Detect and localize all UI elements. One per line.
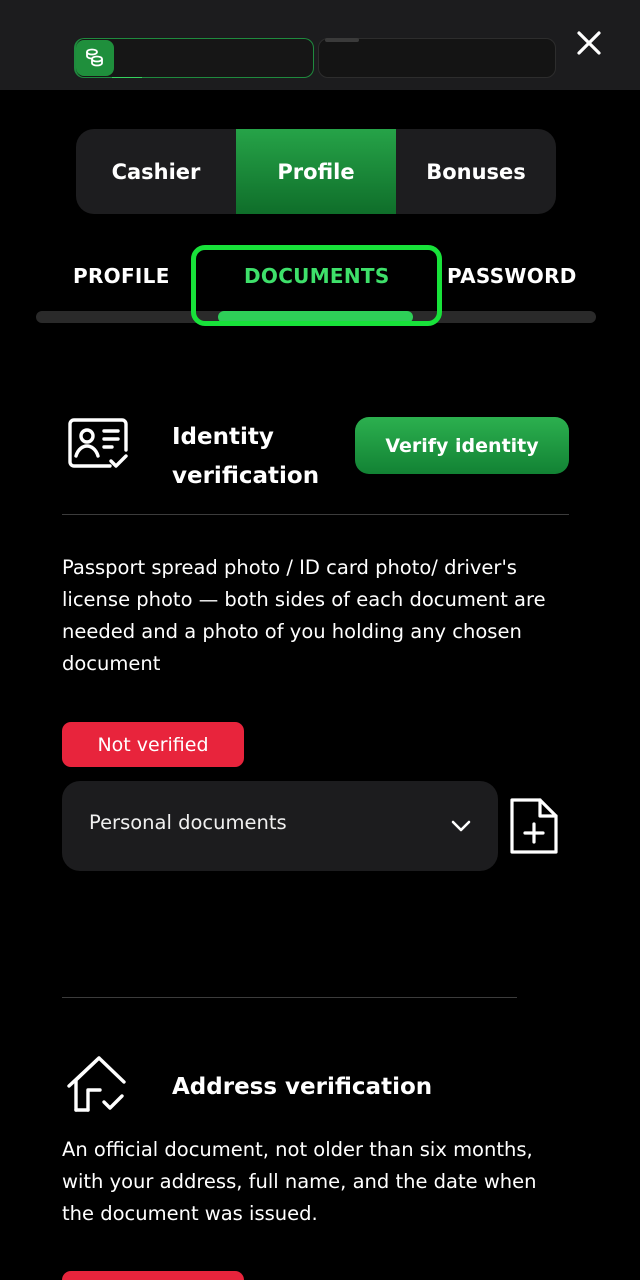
section-divider xyxy=(62,514,569,515)
chevron-down-icon xyxy=(451,820,471,832)
close-button[interactable] xyxy=(570,24,608,62)
subtab-profile[interactable]: PROFILE xyxy=(73,264,170,288)
secondary-bar-glow xyxy=(325,38,359,42)
address-status-badge xyxy=(62,1271,244,1280)
subtab-password[interactable]: PASSWORD xyxy=(447,264,577,288)
verify-identity-button[interactable]: Verify identity xyxy=(355,417,569,474)
address-description: An official document, not older than six… xyxy=(62,1138,537,1225)
secondary-balance-bar[interactable] xyxy=(318,38,556,78)
home-check-icon xyxy=(66,1052,132,1116)
identity-verification-title: Identity verification xyxy=(172,424,320,489)
document-type-select[interactable]: Personal documents xyxy=(62,781,498,871)
tab-cashier[interactable]: Cashier xyxy=(76,129,236,214)
id-card-check-icon xyxy=(66,414,130,476)
identity-description: Passport spread photo / ID card photo/ d… xyxy=(62,556,546,675)
document-type-value: Personal documents xyxy=(89,811,287,834)
tab-profile[interactable]: Profile xyxy=(236,129,396,214)
tab-bonuses[interactable]: Bonuses xyxy=(396,129,556,214)
balance-bar-glow xyxy=(112,77,142,78)
status-badge: Not verified xyxy=(62,722,244,767)
coin-stack-icon xyxy=(76,40,114,76)
add-file-button[interactable] xyxy=(508,796,560,856)
main-tabs: Cashier Profile Bonuses xyxy=(76,129,556,214)
section-divider xyxy=(62,997,517,998)
close-icon xyxy=(577,31,601,55)
address-verification-title: Address verification xyxy=(172,1074,433,1100)
documents-tab-highlight xyxy=(191,245,442,326)
add-file-icon xyxy=(510,798,558,854)
